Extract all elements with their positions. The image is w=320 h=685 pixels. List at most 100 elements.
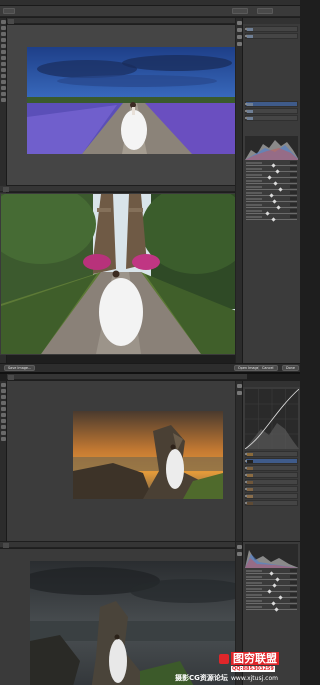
slider-label [246,600,262,602]
layer-row[interactable] [245,26,298,32]
hand-tool-icon[interactable] [1,92,6,96]
pen-tool-icon[interactable] [1,80,6,84]
pen-tool-icon[interactable] [1,419,6,423]
slider-value[interactable] [290,209,297,212]
move-tool-icon[interactable] [1,20,6,24]
layer-row[interactable] [245,500,298,506]
slider-knob[interactable] [275,169,280,174]
slider-knob[interactable] [272,199,277,204]
slider-knob[interactable] [269,571,274,576]
canvas-area-2[interactable] [0,193,240,355]
slider-knob[interactable] [278,187,283,192]
document-tab-1[interactable] [8,19,14,24]
slider-value[interactable] [290,569,297,572]
slider-label [246,594,262,596]
slider-knob[interactable] [275,577,280,582]
lasso-tool-icon[interactable] [1,395,6,399]
hand-tool-icon[interactable] [1,431,6,435]
slider-knob[interactable] [271,217,276,222]
slider-knob[interactable] [273,181,278,186]
right-panel-bottom [242,381,300,541]
slider-value[interactable] [290,581,297,584]
layer-thumbnail [247,460,253,463]
done-button[interactable]: Done [282,365,299,371]
layer-row[interactable] [245,479,298,485]
eraser-tool-icon[interactable] [1,62,6,66]
slider-knob[interactable] [274,607,279,612]
slider-label [246,576,262,578]
slider-knob[interactable] [267,175,272,180]
slider-label [246,606,262,608]
slider-value[interactable] [290,203,297,206]
gradient-tool-icon[interactable] [1,68,6,72]
document-tab-4[interactable] [3,543,9,548]
layer-thumbnail [247,117,253,120]
slider-value[interactable] [290,599,297,602]
slider-value[interactable] [290,197,297,200]
options-bar-button-1[interactable] [3,8,15,14]
cancel-button[interactable]: Cancel [258,365,278,371]
canvas-area-3[interactable] [7,381,247,541]
document-tab-bar-3 [7,374,247,380]
layer-row-selected[interactable] [245,458,298,464]
slider-knob[interactable] [265,211,270,216]
crop-tool-icon[interactable] [1,401,6,405]
document-tab-2[interactable] [3,187,9,192]
crop-tool-icon[interactable] [1,38,6,42]
options-bar-button-2[interactable] [232,8,248,14]
panel-spacer [243,40,300,100]
curves-graph[interactable] [244,388,300,450]
lasso-tool-icon[interactable] [1,32,6,36]
slider-value[interactable] [290,215,297,218]
slider-value[interactable] [290,575,297,578]
zoom-tool-icon[interactable] [1,98,6,102]
marquee-tool-icon[interactable] [1,389,6,393]
eraser-tool-icon[interactable] [1,413,6,417]
layer-row-selected[interactable] [245,101,298,107]
slider-b7[interactable] [246,605,297,612]
slider-value[interactable] [290,179,297,182]
layer-row[interactable] [245,33,298,39]
type-tool-icon[interactable] [1,86,6,90]
slider-knob[interactable] [271,601,276,606]
slider-value[interactable] [290,173,297,176]
slider-knob[interactable] [267,589,272,594]
layer-row[interactable] [245,451,298,457]
slider-knob[interactable] [272,583,277,588]
slider-knob[interactable] [271,163,276,168]
layer-row[interactable] [245,108,298,114]
brush-tool-icon[interactable] [1,50,6,54]
slider-knob[interactable] [269,193,274,198]
slider-label [246,192,262,194]
layer-row[interactable] [245,472,298,478]
layer-thumbnail [247,110,253,113]
type-tool-icon[interactable] [1,425,6,429]
move-tool-icon[interactable] [1,383,6,387]
slider-knob[interactable] [276,205,281,210]
dodge-tool-icon[interactable] [1,74,6,78]
slider-value[interactable] [290,605,297,608]
slider-value[interactable] [290,161,297,164]
zoom-tool-icon[interactable] [1,437,6,441]
eyedropper-tool-icon[interactable] [1,44,6,48]
slider-value[interactable] [290,587,297,590]
document-tab-3[interactable] [8,375,14,380]
canvas-area-1[interactable] [7,25,237,185]
layer-row[interactable] [245,115,298,121]
layer-row[interactable] [245,465,298,471]
layer-row[interactable] [245,486,298,492]
slider-value[interactable] [290,185,297,188]
slider-value[interactable] [290,593,297,596]
marquee-tool-icon[interactable] [1,26,6,30]
histogram-graph [245,140,298,160]
brush-tool-icon[interactable] [1,407,6,411]
slider-knob[interactable] [278,595,283,600]
stamp-tool-icon[interactable] [1,56,6,60]
slider-10[interactable] [246,215,297,222]
slider-value[interactable] [290,167,297,170]
slider-value[interactable] [290,191,297,194]
slider-label [246,174,262,176]
save-image-button[interactable]: Save Image... [4,365,36,371]
layer-row[interactable] [245,493,298,499]
options-bar-button-3[interactable] [257,8,273,14]
